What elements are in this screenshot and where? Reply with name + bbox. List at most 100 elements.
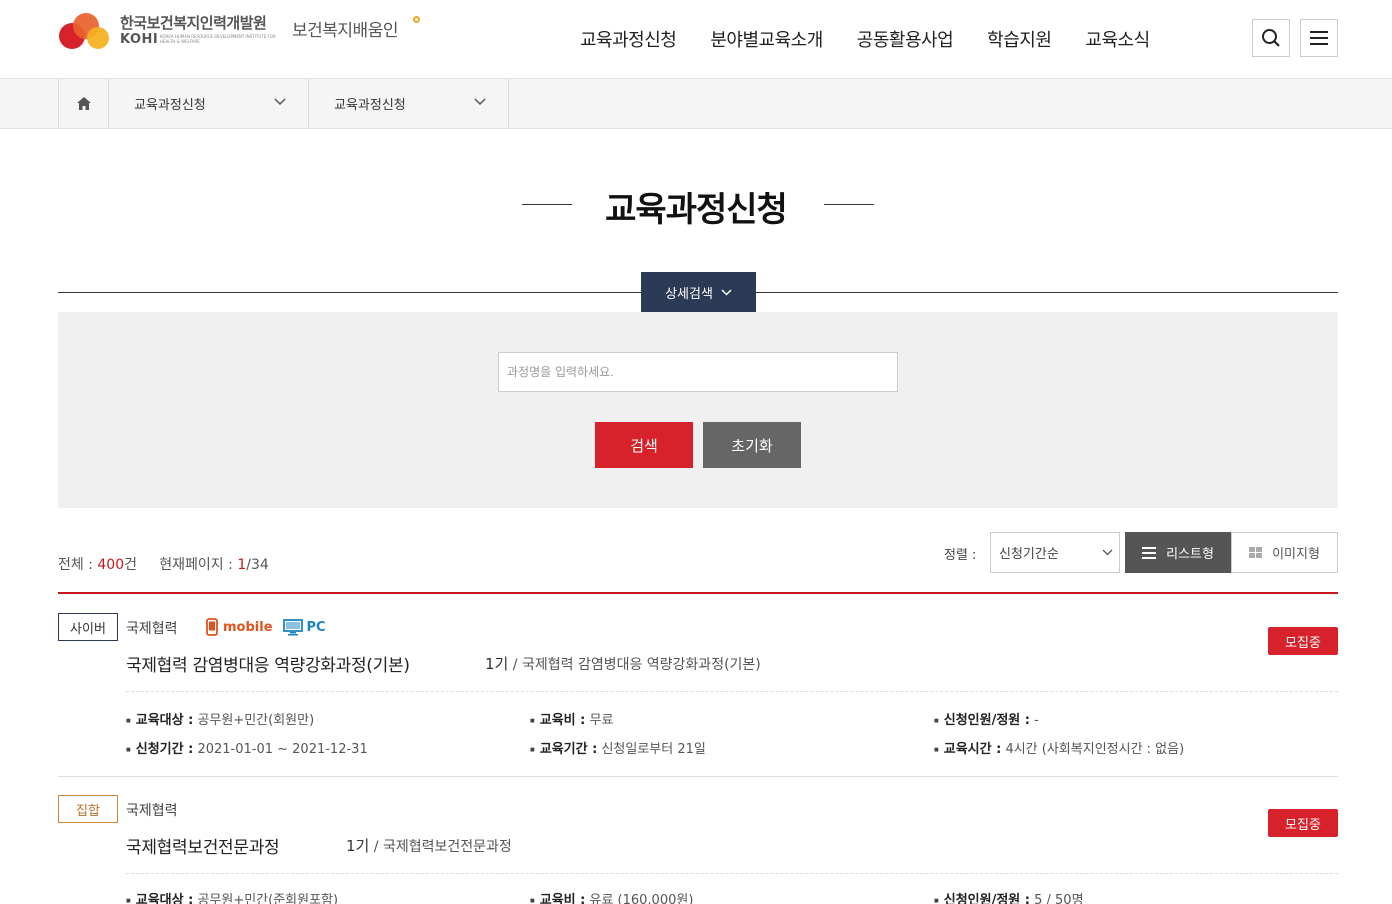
chevron-down-icon [721,288,732,296]
breadcrumb-level1-select[interactable]: 교육과정신청 [109,79,309,128]
course-generation: 1기 [346,837,370,855]
detail-search-label: 상세검색 [665,285,713,301]
current-page: 1 [237,557,247,573]
course-apply-period: 신청기간 : 2021-01-01 ~ 2021-12-31 [126,738,368,757]
search-icon [1262,29,1280,47]
list-view-label: 리스트형 [1166,547,1214,562]
sort-label: 정렬 : [944,548,977,563]
home-icon [76,97,91,110]
recruiting-badge: 모집중 [1268,809,1338,837]
capacity-label: 신청인원/정원 : [943,893,1030,904]
sort-select[interactable]: 신청기간순 [990,532,1120,573]
target-label: 교육대상 : [135,713,194,728]
search-panel: 검색 초기화 [58,312,1338,508]
logo-name-en: KOHI [120,32,159,47]
course-fee: 교육비 : 유료 (160,000원) [530,889,694,904]
course-target: 교육대상 : 공무원+민간(회원만) [126,709,314,728]
menu-button[interactable] [1300,19,1338,57]
list-view-button[interactable]: 리스트형 [1125,532,1231,573]
edu-period-value: 신청일로부터 21일 [601,742,706,757]
capacity-label: 신청인원/정원 : [943,713,1030,728]
course-item: 집합 국제협력 모집중 국제협력보건전문과정 1기 / 국제협력보건전문과정 교… [58,795,1338,904]
course-item: 사이버 국제협력 mobile PC 모집중 국제협력 감염병대응 역량강화과정… [58,613,1338,773]
chevron-down-icon [474,98,486,106]
target-label: 교육대상 : [135,893,194,904]
chevron-down-icon [1102,549,1113,556]
site-logo[interactable]: 한국보건복지인력개발원 KOHI KOREA HUMAN RESOURCE DE… [58,10,428,52]
total-label: 전체 : [58,557,93,573]
device-mobile-label: mobile [223,619,273,635]
capacity-value: 5 / 50명 [1034,893,1084,904]
device-pc-label: PC [306,619,326,635]
breadcrumb-level1-label: 교육과정신청 [134,98,206,113]
nav-item-field-intro[interactable]: 분야별교육소개 [710,26,823,52]
detail-search-toggle[interactable]: 상세검색 [641,272,756,312]
result-summary: 전체 : 400건 현재페이지 : 1/34 [58,554,269,574]
site-header: 한국보건복지인력개발원 KOHI KOREA HUMAN RESOURCE DE… [0,0,1392,78]
course-dash-divider [126,873,1338,874]
course-capacity: 신청인원/정원 : 5 / 50명 [934,889,1084,904]
hamburger-icon [1310,31,1328,45]
mobile-icon [206,618,218,636]
edu-hours-value: 4시간 (사회복지인정시간 : 없음) [1005,742,1185,757]
kohi-logo-icon [59,13,109,49]
course-subtitle-text: 국제협력보건전문과정 [382,839,512,855]
nav-item-learning-support[interactable]: 학습지원 [987,26,1052,52]
course-subtitle: 1기 / 국제협력 감염병대응 역량강화과정(기본) [485,655,761,673]
course-divider [58,776,1338,777]
image-view-button[interactable]: 이미지형 [1231,532,1338,573]
nav-item-joint-project[interactable]: 공동활용사업 [857,26,954,52]
recruiting-badge: 모집중 [1268,627,1338,655]
grid-icon [1249,547,1263,558]
site-name: 보건복지배움인 [292,21,398,41]
image-view-label: 이미지형 [1272,547,1320,562]
course-title-link[interactable]: 국제협력 감염병대응 역량강화과정(기본) [126,651,410,676]
course-type-badge: 집합 [58,795,118,823]
course-category: 국제협력 [126,621,178,637]
nav-item-course-apply[interactable]: 교육과정신청 [580,26,677,52]
title-line-right [824,204,874,205]
course-edu-hours: 교육시간 : 4시간 (사회복지인정시간 : 없음) [934,738,1184,757]
logo-name-en-sub: KOREA HUMAN RESOURCE DEVELOPMENT INSTITU… [160,34,276,44]
fee-label: 교육비 : [539,893,586,904]
search-button[interactable] [1252,19,1290,57]
course-title-link[interactable]: 국제협력보건전문과정 [126,833,280,858]
course-type-badge: 사이버 [58,613,118,641]
logo-name-ko: 한국보건복지인력개발원 [120,14,267,32]
target-value: 공무원+민간(준회원포함) [197,893,339,904]
breadcrumb-level2-select[interactable]: 교육과정신청 [309,79,509,128]
fee-label: 교육비 : [539,713,586,728]
search-reset-button[interactable]: 초기화 [703,422,801,468]
breadcrumb-home[interactable] [58,79,109,128]
target-value: 공무원+민간(회원만) [197,713,315,728]
fee-value: 유료 (160,000원) [589,893,694,904]
course-search-input[interactable] [498,352,898,392]
device-support: mobile PC [206,618,326,636]
page-title: 교육과정신청 [605,190,788,230]
total-count: 400 [97,557,125,573]
pc-icon [282,618,303,635]
course-category: 국제협력 [126,803,178,819]
course-capacity: 신청인원/정원 : - [934,709,1039,728]
main-nav: 교육과정신청 분야별교육소개 공동활용사업 학습지원 교육소식 [580,26,1184,52]
page-label: 현재페이지 : [159,557,233,573]
course-edu-period: 교육기간 : 신청일로부터 21일 [530,738,706,757]
breadcrumb-level2-label: 교육과정신청 [334,98,406,113]
edu-period-label: 교육기간 : [539,742,598,757]
sort-selected-value: 신청기간순 [999,547,1059,562]
course-subtitle: 1기 / 국제협력보건전문과정 [346,837,512,855]
course-dash-divider [126,691,1338,692]
breadcrumb: 교육과정신청 교육과정신청 [0,78,1392,129]
total-unit: 건 [124,557,138,573]
nav-item-news[interactable]: 교육소식 [1085,26,1150,52]
course-generation: 1기 [485,655,509,673]
edu-hours-label: 교육시간 : [943,742,1002,757]
total-pages: /34 [246,557,269,573]
course-target: 교육대상 : 공무원+민간(준회원포함) [126,889,338,904]
fee-value: 무료 [589,713,614,728]
list-top-divider [58,592,1338,594]
capacity-value: - [1034,713,1039,728]
apply-period-label: 신청기간 : [135,742,194,757]
apply-period-value: 2021-01-01 ~ 2021-12-31 [197,742,368,757]
search-submit-button[interactable]: 검색 [595,422,693,468]
